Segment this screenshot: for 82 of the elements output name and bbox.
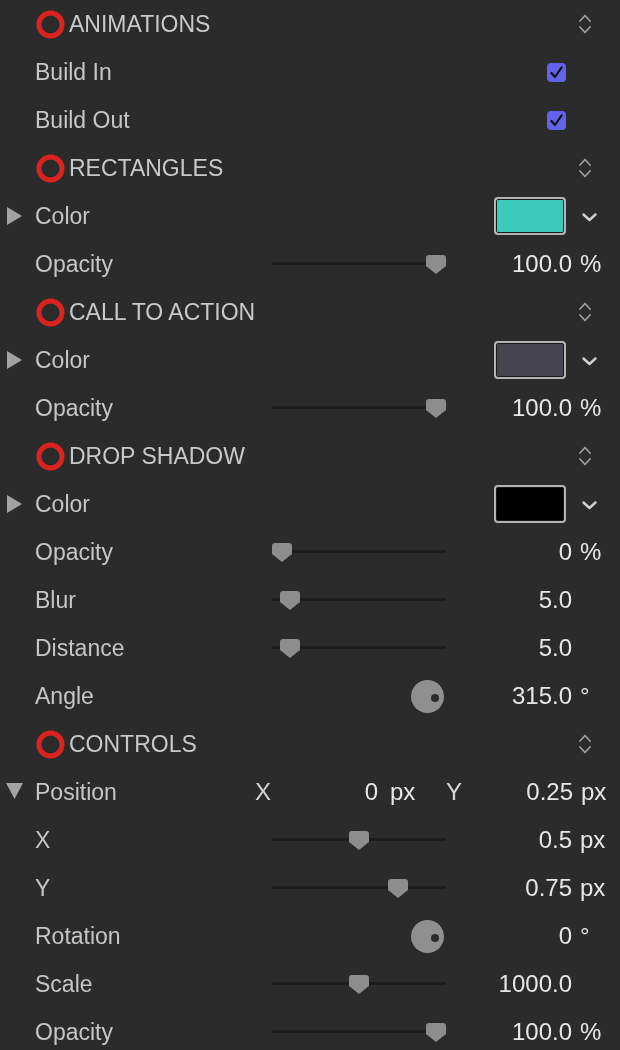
checkbox[interactable]	[547, 110, 566, 130]
up-down-chevron-icon[interactable]	[578, 733, 592, 755]
up-down-chevron-icon[interactable]	[578, 13, 592, 35]
parameter-label: Blur	[35, 586, 77, 614]
section-title: DROP SHADOW	[69, 442, 245, 470]
parameter-label: Scale	[35, 970, 94, 998]
slider-thumb[interactable]	[426, 1022, 446, 1042]
parameter-label: Y	[35, 874, 52, 902]
value-field[interactable]: 0	[279, 778, 378, 806]
disclosure-triangle-icon[interactable]	[7, 495, 22, 513]
axis-label: Y	[446, 778, 463, 806]
parameter-label: Distance	[35, 634, 126, 662]
value-field[interactable]: 0	[558, 538, 572, 566]
section-title: CALL TO ACTION	[69, 298, 256, 326]
checkmark-icon	[550, 65, 563, 79]
ring-icon	[36, 441, 65, 471]
dial-icon[interactable]	[411, 919, 444, 953]
ring-icon	[36, 9, 65, 39]
value-field[interactable]: 0.25	[486, 778, 573, 806]
disclosure-triangle-icon[interactable]	[7, 351, 22, 369]
value-field[interactable]: 5.0	[538, 586, 572, 614]
parameter-label: Angle	[35, 682, 95, 710]
slider-thumb[interactable]	[279, 590, 300, 610]
unit-label: %	[580, 538, 602, 566]
unit-label: px	[390, 778, 416, 806]
parameter-label: Color	[35, 346, 91, 374]
slider-thumb[interactable]	[272, 542, 292, 562]
disclosure-triangle-icon[interactable]	[7, 207, 22, 225]
slider-thumb[interactable]	[349, 830, 369, 850]
parameter-label: Position	[35, 778, 118, 806]
value-field[interactable]: 100.0	[511, 250, 572, 278]
unit-label: %	[580, 1018, 602, 1046]
value-field[interactable]: 0.5	[538, 826, 572, 854]
color-swatch[interactable]	[494, 341, 566, 379]
section-title: CONTROLS	[69, 730, 197, 758]
value-field[interactable]: 100.0	[511, 1018, 572, 1046]
parameter-label: Rotation	[35, 922, 122, 950]
checkmark-icon	[550, 113, 563, 127]
slider-thumb[interactable]	[387, 878, 408, 898]
parameter-label: Opacity	[35, 1018, 114, 1046]
up-down-chevron-icon[interactable]	[578, 301, 592, 323]
value-field[interactable]: 1000.0	[498, 970, 572, 998]
parameter-label: Opacity	[35, 394, 114, 422]
value-field[interactable]: 100.0	[511, 394, 572, 422]
up-down-chevron-icon[interactable]	[578, 157, 592, 179]
checkbox[interactable]	[547, 62, 566, 82]
unit-label: %	[580, 250, 602, 278]
slider-thumb[interactable]	[349, 974, 369, 994]
parameter-label: Build In	[35, 58, 113, 86]
parameter-label: X	[35, 826, 52, 854]
value-field[interactable]: 5.0	[538, 634, 572, 662]
up-down-chevron-icon[interactable]	[578, 445, 592, 467]
slider-thumb[interactable]	[426, 254, 446, 274]
value-field[interactable]: 315.0	[511, 682, 572, 710]
parameter-label: Build Out	[35, 106, 131, 134]
unit-label: px	[580, 826, 606, 854]
unit-label: %	[580, 394, 602, 422]
slider-thumb[interactable]	[426, 398, 446, 418]
color-swatch[interactable]	[494, 485, 566, 523]
chevron-down-icon[interactable]	[582, 500, 597, 510]
ring-icon	[36, 297, 65, 327]
value-field[interactable]: 0	[558, 922, 572, 950]
parameter-label: Opacity	[35, 538, 114, 566]
dial-icon[interactable]	[411, 679, 444, 713]
color-swatch[interactable]	[494, 197, 566, 235]
section-title: ANIMATIONS	[69, 10, 211, 38]
chevron-down-icon[interactable]	[582, 212, 597, 222]
parameter-label: Opacity	[35, 250, 114, 278]
axis-label: X	[255, 778, 272, 806]
value-field[interactable]: 0.75	[525, 874, 572, 902]
section-title: RECTANGLES	[69, 154, 224, 182]
unit-label: px	[581, 778, 607, 806]
ring-icon	[36, 153, 65, 183]
parameter-label: Color	[35, 202, 91, 230]
unit-label: °	[580, 922, 590, 950]
disclosure-triangle-icon[interactable]	[6, 783, 23, 799]
slider-thumb[interactable]	[279, 638, 300, 658]
ring-icon	[36, 729, 65, 759]
unit-label: px	[580, 874, 606, 902]
parameter-label: Color	[35, 490, 91, 518]
unit-label: °	[580, 682, 590, 710]
chevron-down-icon[interactable]	[582, 356, 597, 366]
